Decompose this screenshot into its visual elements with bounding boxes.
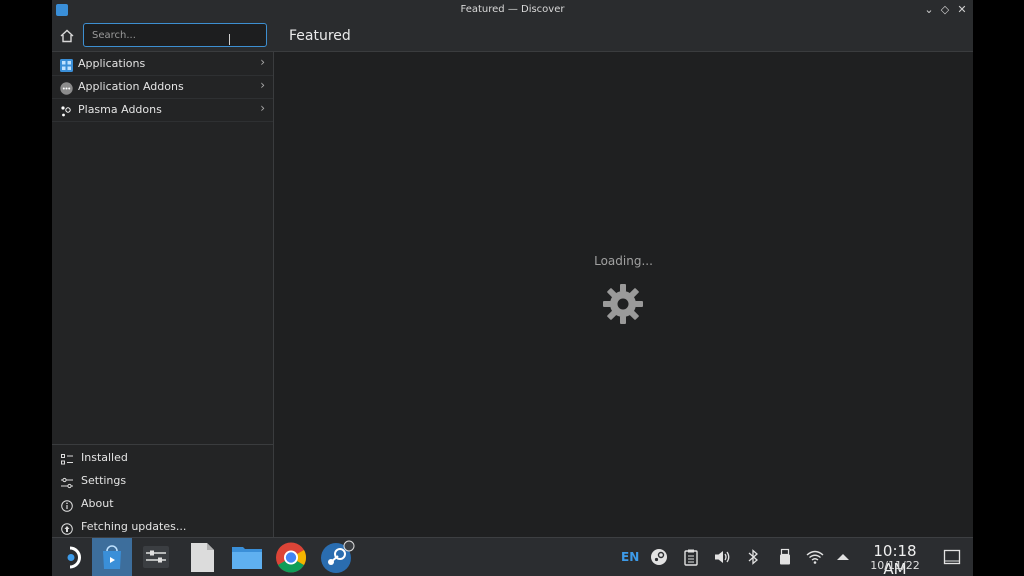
application-launcher-button[interactable] [52, 538, 92, 576]
minimize-button[interactable]: ⌄ [921, 2, 937, 18]
sidebar: Applications › Application Addons › Plas… [52, 52, 274, 537]
category-plasma-addons[interactable]: Plasma Addons › [52, 98, 273, 122]
category-label: Plasma Addons [78, 103, 162, 116]
clipboard-icon[interactable] [682, 548, 700, 566]
nav-updates[interactable]: Fetching updates... [52, 515, 273, 538]
plasma-icon [60, 103, 73, 117]
category-label: Application Addons [78, 80, 184, 93]
about-icon [61, 497, 73, 512]
window-title: Featured — Discover [460, 4, 565, 15]
show-hidden-icons-arrow-icon[interactable] [834, 548, 852, 566]
volume-icon[interactable] [713, 548, 731, 566]
show-desktop-icon[interactable] [943, 548, 961, 566]
search-input[interactable] [92, 28, 257, 43]
category-applications[interactable]: Applications › [52, 52, 273, 76]
loading-text: Loading... [594, 254, 653, 268]
taskbar-file-manager[interactable] [227, 538, 267, 576]
clock-date[interactable]: 10/11/22 [860, 559, 930, 572]
nav-label: Installed [81, 451, 128, 464]
taskbar: EN 10:18 AM 10/11/22 [52, 537, 973, 576]
text-cursor-icon [229, 34, 230, 45]
applications-icon [60, 57, 73, 72]
home-icon[interactable] [58, 27, 76, 45]
removable-device-icon[interactable] [776, 548, 794, 566]
taskbar-system-settings[interactable] [136, 538, 176, 576]
updates-icon [61, 520, 73, 535]
category-application-addons[interactable]: Application Addons › [52, 75, 273, 99]
gear-icon [602, 283, 644, 325]
chevron-right-icon: › [260, 101, 265, 115]
nav-label: Settings [81, 474, 127, 487]
installed-icon [61, 451, 73, 465]
main-content: Loading... [274, 52, 973, 537]
nav-about[interactable]: About [52, 492, 273, 515]
addons-icon [60, 80, 73, 95]
sidebar-bottom-nav: Installed Settings About Fetching update… [52, 444, 273, 535]
maximize-button[interactable]: ◇ [937, 2, 953, 18]
taskbar-discover[interactable] [92, 538, 132, 576]
category-label: Applications [78, 57, 146, 70]
search-box[interactable] [83, 23, 267, 47]
bluetooth-icon[interactable] [744, 548, 762, 566]
page-title: Featured [289, 28, 351, 44]
settings-icon [61, 474, 73, 489]
nav-settings[interactable]: Settings [52, 469, 273, 492]
nav-installed[interactable]: Installed [52, 446, 273, 469]
chevron-right-icon: › [260, 78, 265, 92]
nav-label: About [81, 497, 114, 510]
title-bar: Featured — Discover ⌄ ◇ ✕ [52, 0, 973, 21]
header: Featured [52, 21, 973, 52]
chevron-right-icon: › [260, 55, 265, 69]
taskbar-chrome[interactable] [271, 538, 311, 576]
taskbar-steam[interactable] [316, 538, 356, 576]
wifi-icon[interactable] [806, 548, 824, 566]
steam-tray-icon[interactable] [650, 548, 668, 566]
nav-label: Fetching updates... [81, 520, 187, 533]
taskbar-text-file[interactable] [182, 538, 222, 576]
keyboard-layout-indicator[interactable]: EN [621, 550, 639, 564]
close-button[interactable]: ✕ [954, 2, 970, 18]
screen: Featured — Discover ⌄ ◇ ✕ Featured [52, 0, 973, 576]
